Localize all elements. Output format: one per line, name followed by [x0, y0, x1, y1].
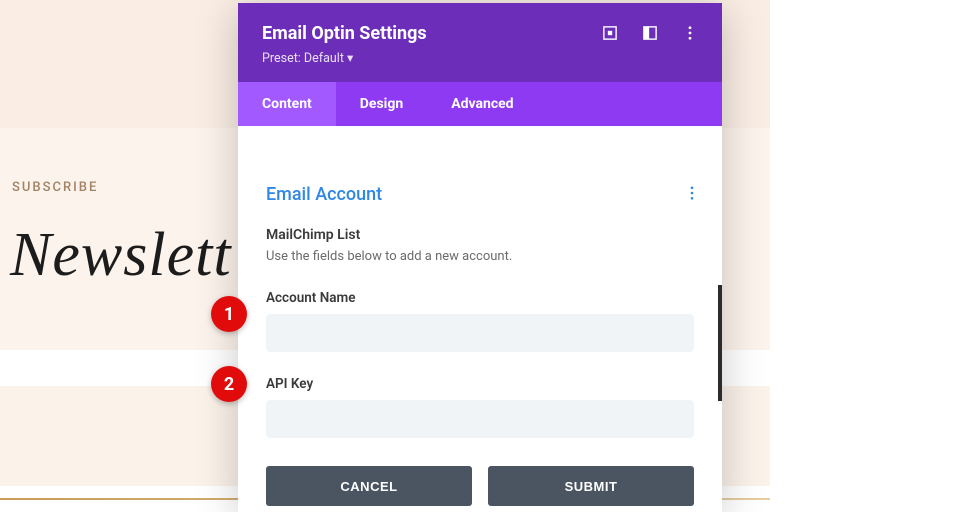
newsletter-heading: Newslett [10, 220, 232, 291]
section-header: Email Account [266, 184, 694, 205]
list-help: Use the fields below to add a new accoun… [266, 249, 694, 264]
account-name-label: Account Name [266, 290, 694, 306]
modal-header-icons [602, 23, 698, 41]
preset-dropdown[interactable]: Preset: Default ▾ [262, 50, 427, 66]
account-name-input[interactable] [266, 314, 694, 352]
modal-header: Email Optin Settings Preset: Default ▾ [238, 3, 722, 82]
panel-body: Email Account MailChimp List Use the fie… [238, 126, 722, 512]
tab-design[interactable]: Design [336, 82, 427, 126]
tab-content[interactable]: Content [238, 82, 336, 126]
tabs: Content Design Advanced [238, 82, 722, 126]
list-label: MailChimp List [266, 227, 694, 243]
kebab-icon[interactable] [682, 25, 698, 41]
api-key-label: API Key [266, 376, 694, 392]
panel-icon[interactable] [642, 25, 658, 41]
api-key-input[interactable] [266, 400, 694, 438]
modal-title: Email Optin Settings [262, 23, 427, 44]
annotation-2: 2 [211, 366, 247, 402]
section-title: Email Account [266, 184, 382, 205]
tab-advanced[interactable]: Advanced [427, 82, 537, 126]
annotation-1: 1 [211, 296, 247, 332]
modal-title-group: Email Optin Settings Preset: Default ▾ [262, 23, 427, 66]
submit-button[interactable]: SUBMIT [488, 466, 694, 506]
expand-icon[interactable] [602, 25, 618, 41]
scrollbar[interactable] [718, 285, 722, 401]
button-row: CANCEL SUBMIT [266, 466, 694, 506]
subscribe-eyebrow: SUBSCRIBE [12, 180, 98, 195]
cancel-button[interactable]: CANCEL [266, 466, 472, 506]
section-kebab-icon[interactable] [690, 185, 694, 204]
settings-modal: Email Optin Settings Preset: Default ▾ C… [238, 3, 722, 512]
